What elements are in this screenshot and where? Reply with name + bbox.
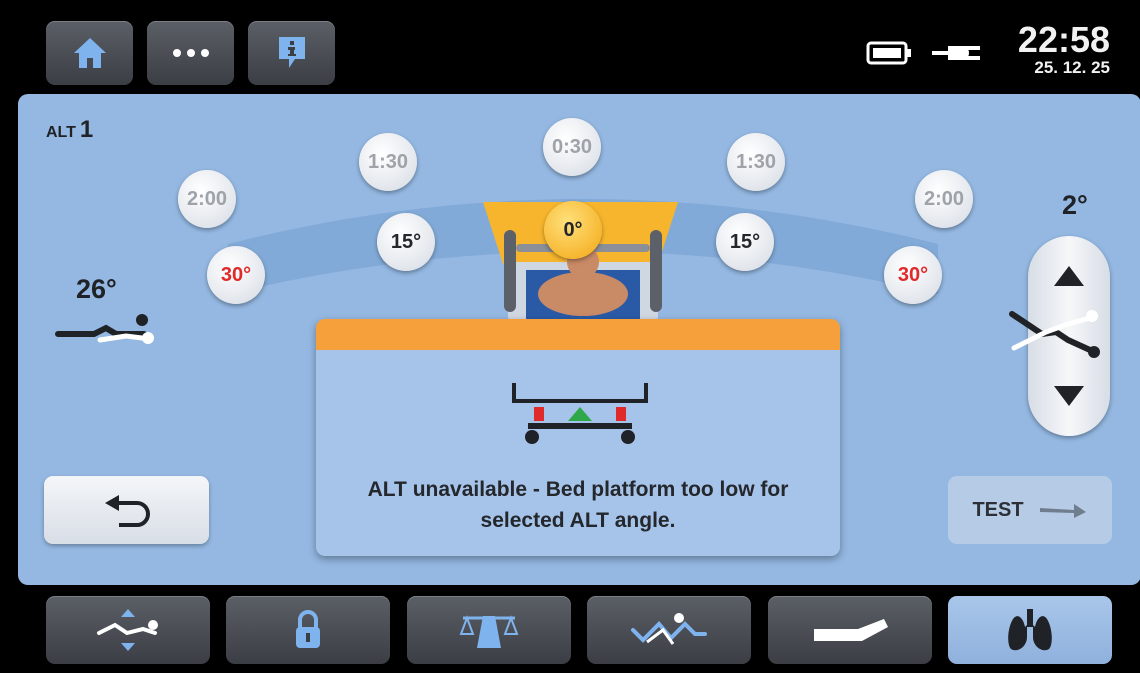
dialog-message: ALT unavailable - Bed platform too low f…: [367, 478, 789, 532]
angle-adjust-control: [1009, 236, 1110, 436]
alt-angle-left-15[interactable]: 15°: [377, 213, 435, 271]
undo-arrow-icon: [104, 495, 150, 527]
scale-icon: [459, 615, 519, 648]
test-label: TEST: [972, 498, 1024, 521]
arrow-up-icon[interactable]: [1052, 264, 1086, 288]
alt-time-left-far[interactable]: 2:00: [178, 170, 236, 228]
alt-time-center[interactable]: 0:30: [543, 118, 601, 176]
time-display: 22:58: [1017, 19, 1110, 60]
patient-left-tilt-icon: [55, 314, 154, 344]
power-plug-icon: [932, 46, 980, 60]
lungs-icon: [1008, 609, 1052, 651]
nav-mattress[interactable]: [768, 596, 932, 664]
left-angle-value: 26°: [76, 274, 117, 304]
lock-icon: [296, 610, 320, 648]
more-button[interactable]: [147, 21, 234, 85]
arrow-down-icon[interactable]: [1052, 384, 1086, 408]
alt-unavailable-dialog: ALT unavailable - Bed platform too low f…: [316, 319, 840, 556]
alt-angle-left-30[interactable]: 30°: [207, 246, 265, 304]
nav-positions[interactable]: [587, 596, 751, 664]
nav-lock[interactable]: [226, 596, 390, 664]
nav-scale[interactable]: [407, 596, 571, 664]
info-button[interactable]: [248, 21, 335, 85]
date-display: 25. 12. 25: [1034, 58, 1110, 77]
alt-angle-right-30[interactable]: 30°: [884, 246, 942, 304]
battery-icon: [866, 41, 911, 65]
nav-lungs[interactable]: [948, 596, 1112, 664]
more-dots-icon: [172, 49, 209, 57]
right-angle-value: 2°: [1062, 190, 1088, 220]
nav-bed-height[interactable]: [46, 596, 210, 664]
bed-platform-low-icon: [512, 383, 648, 444]
alt-time-left-mid[interactable]: 1:30: [359, 133, 417, 191]
back-button[interactable]: [44, 476, 209, 544]
test-button[interactable]: TEST: [948, 476, 1112, 544]
alt-panel: ALT 1 2:00 1:30 0:30 1:30 2:00 30° 15° 0°…: [18, 94, 1140, 585]
bed-height-icon: [97, 609, 158, 651]
clock: 22:58 25. 12. 25: [1018, 22, 1110, 78]
mattress-icon: [814, 619, 888, 641]
patient-right-tilt-icon: [1009, 310, 1100, 358]
info-icon: [278, 37, 305, 68]
alt-time-right-mid[interactable]: 1:30: [727, 133, 785, 191]
home-button[interactable]: [46, 21, 133, 85]
dialog-warning-bar: [316, 319, 840, 350]
alt-time-right-far[interactable]: 2:00: [915, 170, 973, 228]
home-icon: [73, 38, 106, 68]
arrow-right-icon: [1039, 504, 1086, 518]
alt-angle-center[interactable]: 0°: [544, 201, 602, 259]
patient-position-icon: [631, 613, 707, 645]
alt-angle-right-15[interactable]: 15°: [716, 213, 774, 271]
